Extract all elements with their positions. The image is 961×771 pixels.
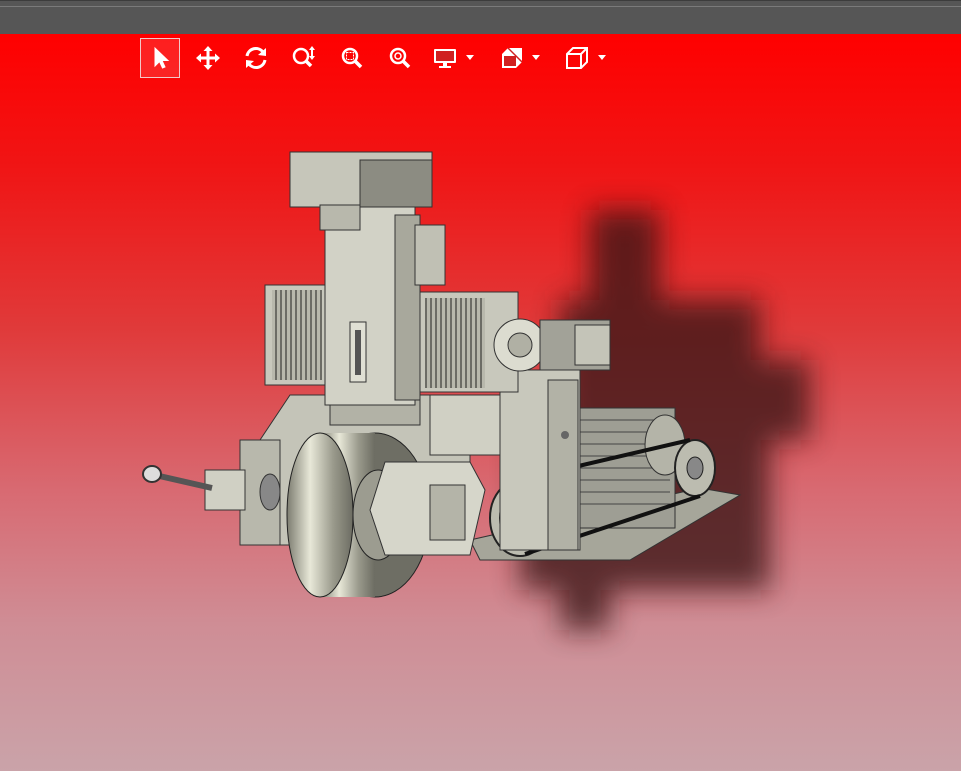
zoom-window-icon bbox=[341, 47, 363, 69]
section-view-button[interactable] bbox=[494, 38, 528, 78]
rotate-icon bbox=[245, 47, 267, 69]
bearing-housing bbox=[369, 461, 486, 556]
cursor-arrow-icon bbox=[154, 46, 170, 69]
rotate-tool-button[interactable] bbox=[236, 38, 276, 78]
select-tool-button[interactable] bbox=[140, 38, 180, 78]
zoom-tool-button[interactable] bbox=[284, 38, 324, 78]
motor bbox=[574, 407, 686, 529]
display-mode-dropdown[interactable] bbox=[466, 38, 478, 78]
chevron-down-icon bbox=[466, 55, 474, 60]
display-mode-button[interactable] bbox=[428, 38, 462, 78]
move-arrows-icon bbox=[196, 46, 220, 70]
machine-model[interactable] bbox=[0, 0, 961, 771]
monitor-icon bbox=[434, 49, 456, 68]
zoom-fit-button[interactable] bbox=[380, 38, 420, 78]
chevron-down-icon bbox=[532, 55, 540, 60]
view-toolbar bbox=[140, 38, 626, 78]
cube-icon bbox=[566, 47, 588, 69]
view-orientation-button[interactable] bbox=[560, 38, 594, 78]
zoom-updown-icon bbox=[292, 46, 315, 68]
zoom-window-button[interactable] bbox=[332, 38, 372, 78]
view-orientation-dropdown[interactable] bbox=[598, 38, 610, 78]
section-view-dropdown[interactable] bbox=[532, 38, 544, 78]
section-cube-icon bbox=[502, 47, 523, 68]
side-shaft bbox=[142, 439, 281, 546]
pan-tool-button[interactable] bbox=[188, 38, 228, 78]
zoom-fit-icon bbox=[389, 47, 411, 69]
chevron-down-icon bbox=[598, 55, 606, 60]
gear-motor bbox=[493, 318, 611, 372]
